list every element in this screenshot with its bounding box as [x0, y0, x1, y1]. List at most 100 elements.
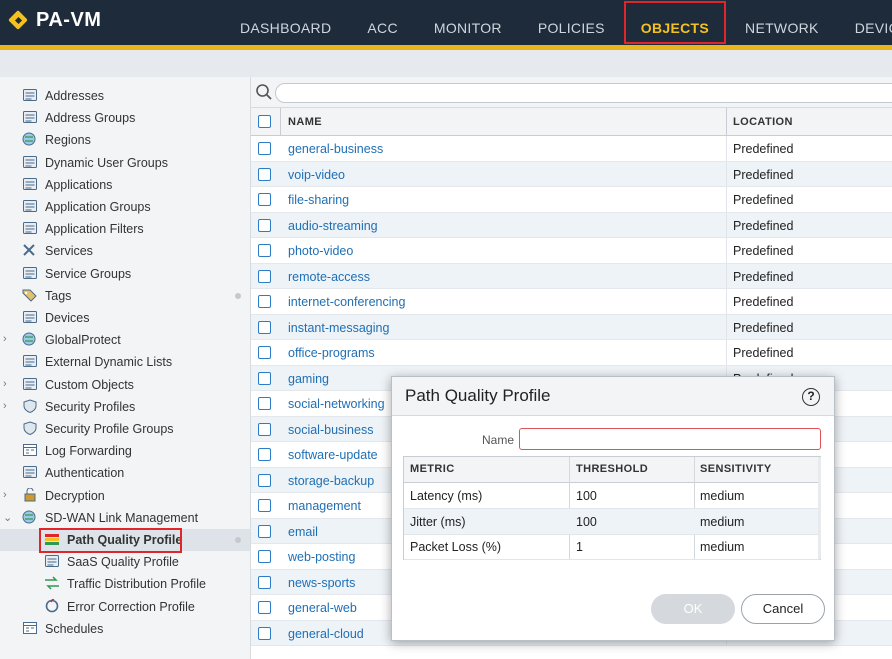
profile-name-link[interactable]: email: [288, 525, 318, 539]
threshold-cell[interactable]: 1: [576, 540, 583, 554]
scrollbar[interactable]: [818, 457, 821, 559]
table-row[interactable]: remote-access Predefined: [251, 263, 892, 289]
row-checkbox[interactable]: [258, 269, 271, 283]
sidebar-item-application-filters[interactable]: Application Filters: [0, 218, 250, 240]
sidebar-item-devices[interactable]: Devices: [0, 307, 250, 329]
profile-name-link[interactable]: general-web: [288, 601, 357, 615]
sidebar-item-tags[interactable]: Tags: [0, 285, 250, 307]
table-row[interactable]: office-programs Predefined: [251, 340, 892, 366]
row-checkbox[interactable]: [258, 244, 271, 257]
chevron-right-icon[interactable]: ›: [3, 333, 11, 345]
sidebar-item-security-profiles[interactable]: › Security Profiles: [0, 396, 250, 418]
row-checkbox[interactable]: [258, 346, 271, 359]
tab-acc[interactable]: ACC: [349, 0, 415, 45]
profile-name-link[interactable]: software-update: [288, 448, 378, 462]
row-checkbox[interactable]: [258, 550, 271, 563]
row-checkbox[interactable]: [258, 422, 271, 436]
select-all-checkbox[interactable]: [258, 115, 271, 128]
sidebar-item-dynamic-user-groups[interactable]: Dynamic User Groups: [0, 152, 250, 174]
table-row[interactable]: general-business Predefined: [251, 136, 892, 162]
profile-name-link[interactable]: voip-video: [288, 168, 345, 182]
row-checkbox[interactable]: [258, 295, 271, 308]
profile-name-link[interactable]: internet-conferencing: [288, 295, 405, 309]
ok-button[interactable]: OK: [651, 594, 735, 624]
sidebar-item-traffic-distribution-profile[interactable]: Traffic Distribution Profile: [0, 573, 250, 595]
profile-name-link[interactable]: gaming: [288, 372, 329, 386]
profile-name-link[interactable]: news-sports: [288, 576, 355, 590]
table-row[interactable]: internet-conferencing Predefined: [251, 289, 892, 315]
profile-name-link[interactable]: general-cloud: [288, 627, 364, 641]
profile-name-link[interactable]: general-business: [288, 142, 383, 156]
column-header-sensitivity[interactable]: SENSITIVITY: [700, 457, 772, 482]
column-header-location[interactable]: LOCATION: [733, 108, 793, 136]
column-header-metric[interactable]: METRIC: [410, 457, 455, 482]
profile-name-link[interactable]: social-business: [288, 423, 373, 437]
tab-objects[interactable]: OBJECTS: [623, 0, 727, 45]
sensitivity-cell[interactable]: medium: [700, 489, 744, 503]
metric-row[interactable]: Packet Loss (%) 1 medium: [404, 534, 820, 560]
sidebar-item-path-quality-profile[interactable]: Path Quality Profile: [0, 529, 250, 551]
metric-row[interactable]: Jitter (ms) 100 medium: [404, 508, 820, 535]
tab-device[interactable]: DEVICE: [837, 0, 892, 45]
table-row[interactable]: audio-streaming Predefined: [251, 212, 892, 238]
chevron-down-icon[interactable]: ⌄: [3, 511, 12, 524]
tab-monitor[interactable]: MONITOR: [416, 0, 520, 45]
sidebar-item-security-profile-groups[interactable]: Security Profile Groups: [0, 418, 250, 440]
sidebar-item-globalprotect[interactable]: › GlobalProtect: [0, 329, 250, 351]
sidebar-item-regions[interactable]: Regions: [0, 129, 250, 151]
table-row[interactable]: file-sharing Predefined: [251, 187, 892, 213]
sidebar-item-addresses[interactable]: Addresses: [0, 85, 250, 107]
cancel-button[interactable]: Cancel: [741, 594, 825, 624]
threshold-cell[interactable]: 100: [576, 515, 597, 529]
sensitivity-cell[interactable]: medium: [700, 540, 744, 554]
row-checkbox[interactable]: [258, 218, 271, 232]
chevron-right-icon[interactable]: ›: [3, 378, 11, 390]
profile-name-link[interactable]: office-programs: [288, 346, 375, 360]
profile-name-link[interactable]: management: [288, 499, 361, 513]
tab-network[interactable]: NETWORK: [727, 0, 837, 45]
column-header-name[interactable]: NAME: [288, 108, 322, 136]
sidebar-item-authentication[interactable]: Authentication: [0, 462, 250, 484]
profile-name-link[interactable]: web-posting: [288, 550, 355, 564]
profile-name-link[interactable]: audio-streaming: [288, 219, 378, 233]
sidebar-item-service-groups[interactable]: Service Groups: [0, 263, 250, 285]
profile-name-link[interactable]: storage-backup: [288, 474, 374, 488]
table-row[interactable]: instant-messaging Predefined: [251, 314, 892, 340]
row-checkbox[interactable]: [258, 371, 271, 385]
name-field[interactable]: [519, 428, 821, 450]
row-checkbox[interactable]: [258, 142, 271, 155]
row-checkbox[interactable]: [258, 193, 271, 206]
row-checkbox[interactable]: [258, 524, 271, 538]
row-checkbox[interactable]: [258, 601, 271, 614]
sidebar-item-log-forwarding[interactable]: Log Forwarding: [0, 440, 250, 462]
row-checkbox[interactable]: [258, 473, 271, 487]
threshold-cell[interactable]: 100: [576, 489, 597, 503]
table-row[interactable]: voip-video Predefined: [251, 161, 892, 187]
row-checkbox[interactable]: [258, 320, 271, 334]
sidebar-item-sd-wan-link-management[interactable]: ⌄ SD-WAN Link Management: [0, 507, 250, 529]
column-header-threshold[interactable]: THRESHOLD: [576, 457, 648, 482]
sidebar-item-address-groups[interactable]: Address Groups: [0, 107, 250, 129]
tab-dashboard[interactable]: DASHBOARD: [222, 0, 349, 45]
search-input[interactable]: [275, 83, 892, 103]
row-checkbox[interactable]: [258, 575, 271, 589]
sidebar-item-applications[interactable]: Applications: [0, 174, 250, 196]
chevron-right-icon[interactable]: ›: [3, 400, 11, 412]
tab-policies[interactable]: POLICIES: [520, 0, 623, 45]
chevron-right-icon[interactable]: ›: [3, 489, 11, 501]
sensitivity-cell[interactable]: medium: [700, 515, 744, 529]
table-row[interactable]: photo-video Predefined: [251, 238, 892, 264]
row-checkbox[interactable]: [258, 167, 271, 181]
sidebar-item-application-groups[interactable]: Application Groups: [0, 196, 250, 218]
sidebar-item-external-dynamic-lists[interactable]: External Dynamic Lists: [0, 351, 250, 373]
sidebar-item-saas-quality-profile[interactable]: SaaS Quality Profile: [0, 551, 250, 573]
row-checkbox[interactable]: [258, 448, 271, 461]
profile-name-link[interactable]: instant-messaging: [288, 321, 389, 335]
row-checkbox[interactable]: [258, 626, 271, 640]
sidebar-item-schedules[interactable]: Schedules: [0, 618, 250, 640]
metric-row[interactable]: Latency (ms) 100 medium: [404, 483, 820, 509]
profile-name-link[interactable]: remote-access: [288, 270, 370, 284]
sidebar-item-error-correction-profile[interactable]: Error Correction Profile: [0, 596, 250, 618]
help-icon[interactable]: ?: [802, 388, 820, 406]
profile-name-link[interactable]: file-sharing: [288, 193, 349, 207]
